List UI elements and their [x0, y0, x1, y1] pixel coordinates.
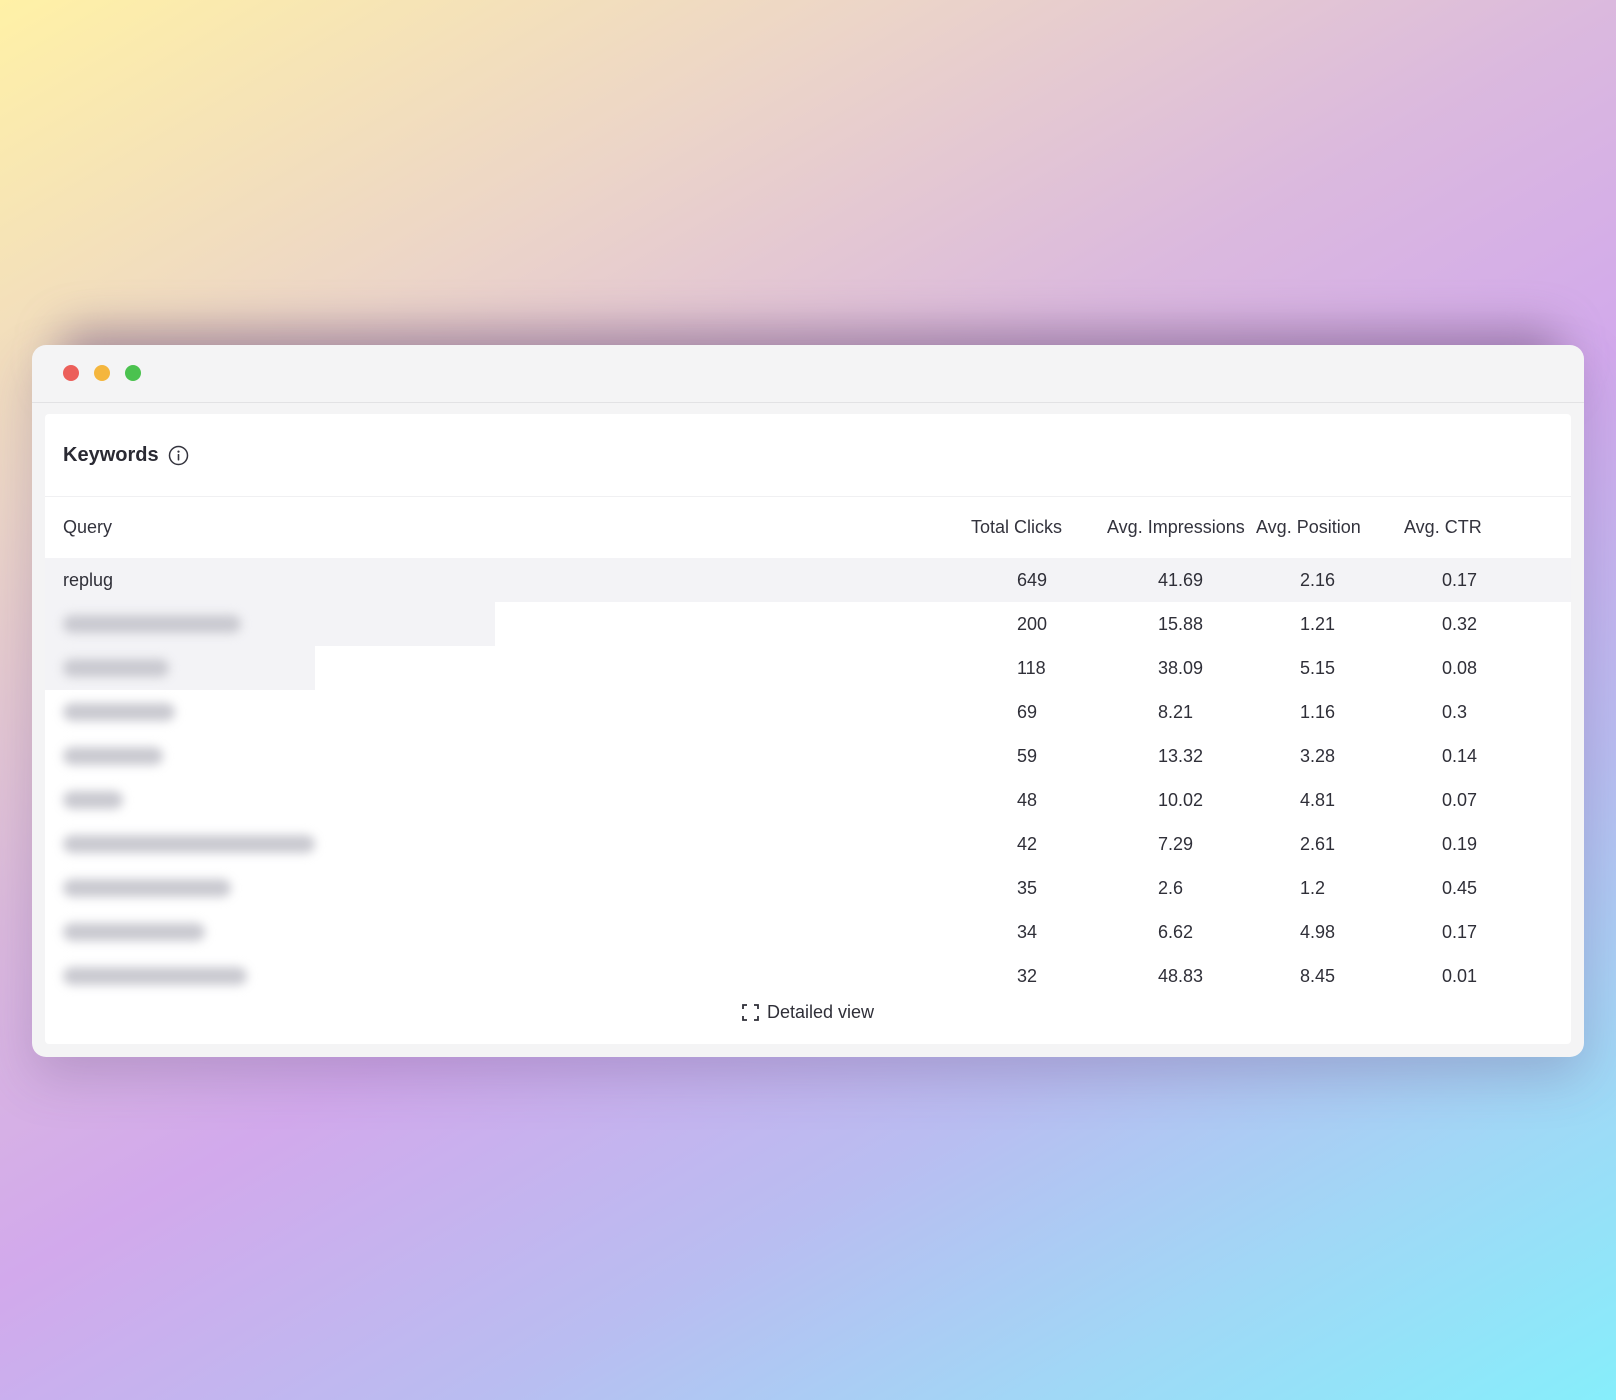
- card-header: Keywords: [45, 414, 1571, 497]
- query-cell: replug: [63, 569, 114, 590]
- column-header-query[interactable]: Query: [63, 497, 112, 558]
- detailed-view-label: Detailed view: [766, 1001, 875, 1022]
- avg-position-cell: 1.2: [1300, 877, 1326, 898]
- column-header-avg-position[interactable]: Avg. Position: [1256, 497, 1361, 558]
- table-row[interactable]: 48 10.02 4.81 0.07: [45, 778, 1571, 822]
- avg-ctr-cell: 0.32: [1442, 613, 1478, 634]
- detailed-view-button[interactable]: Detailed view: [45, 994, 1571, 1030]
- avg-position-cell: 8.45: [1300, 965, 1336, 986]
- table-row[interactable]: 32 48.83 8.45 0.01: [45, 954, 1571, 998]
- keywords-table: Query Total Clicks Avg. Impressions Avg.…: [45, 497, 1571, 998]
- table-row[interactable]: 59 13.32 3.28 0.14: [45, 734, 1571, 778]
- avg-impressions-cell: 7.29: [1158, 833, 1194, 854]
- total-clicks-cell: 32: [1017, 965, 1038, 986]
- total-clicks-cell: 69: [1017, 701, 1038, 722]
- avg-impressions-cell: 41.69: [1158, 569, 1204, 590]
- total-clicks-cell: 59: [1017, 745, 1038, 766]
- column-header-total-clicks[interactable]: Total Clicks: [971, 497, 1062, 558]
- avg-ctr-cell: 0.17: [1442, 569, 1478, 590]
- redacted-query: [63, 923, 205, 941]
- avg-ctr-cell: 0.45: [1442, 877, 1478, 898]
- table-row[interactable]: 200 15.88 1.21 0.32: [45, 602, 1571, 646]
- table-row[interactable]: 69 8.21 1.16 0.3: [45, 690, 1571, 734]
- window-titlebar: [32, 345, 1584, 403]
- keywords-card: Keywords Query Total Clicks Avg. Impress…: [45, 414, 1571, 1044]
- info-icon[interactable]: [168, 445, 189, 466]
- redacted-query: [63, 747, 163, 765]
- avg-impressions-cell: 2.6: [1158, 877, 1184, 898]
- table-row[interactable]: 34 6.62 4.98 0.17: [45, 910, 1571, 954]
- avg-impressions-cell: 38.09: [1158, 657, 1204, 678]
- avg-impressions-cell: 13.32: [1158, 745, 1204, 766]
- avg-impressions-cell: 48.83: [1158, 965, 1204, 986]
- avg-position-cell: 1.21: [1300, 613, 1336, 634]
- redacted-query: [63, 615, 241, 633]
- avg-position-cell: 4.98: [1300, 921, 1336, 942]
- close-window-button[interactable]: [63, 365, 79, 381]
- avg-ctr-cell: 0.08: [1442, 657, 1478, 678]
- avg-impressions-cell: 15.88: [1158, 613, 1204, 634]
- total-clicks-cell: 649: [1017, 569, 1048, 590]
- redacted-query: [63, 703, 175, 721]
- redacted-query: [63, 791, 123, 809]
- app-window: Keywords Query Total Clicks Avg. Impress…: [32, 345, 1584, 1057]
- card-title: Keywords: [63, 443, 159, 466]
- total-clicks-cell: 118: [1017, 657, 1046, 678]
- column-header-avg-ctr[interactable]: Avg. CTR: [1404, 497, 1482, 558]
- total-clicks-cell: 48: [1017, 789, 1038, 810]
- avg-position-cell: 3.28: [1300, 745, 1336, 766]
- minimize-window-button[interactable]: [94, 365, 110, 381]
- total-clicks-cell: 200: [1017, 613, 1048, 634]
- total-clicks-cell: 34: [1017, 921, 1038, 942]
- table-row[interactable]: 42 7.29 2.61 0.19: [45, 822, 1571, 866]
- avg-ctr-cell: 0.17: [1442, 921, 1478, 942]
- avg-impressions-cell: 10.02: [1158, 789, 1204, 810]
- table-row[interactable]: replug 649 41.69 2.16 0.17: [45, 558, 1571, 602]
- expand-icon: [742, 1003, 759, 1021]
- avg-ctr-cell: 0.07: [1442, 789, 1478, 810]
- redacted-query: [63, 659, 169, 677]
- table-row[interactable]: 118 38.09 5.15 0.08: [45, 646, 1571, 690]
- avg-ctr-cell: 0.3: [1442, 701, 1468, 722]
- avg-position-cell: 4.81: [1300, 789, 1336, 810]
- redacted-query: [63, 879, 231, 897]
- avg-position-cell: 5.15: [1300, 657, 1336, 678]
- avg-position-cell: 2.16: [1300, 569, 1336, 590]
- avg-ctr-cell: 0.01: [1442, 965, 1478, 986]
- column-header-avg-impressions[interactable]: Avg. Impressions: [1107, 497, 1245, 558]
- table-header-row: Query Total Clicks Avg. Impressions Avg.…: [45, 497, 1571, 558]
- avg-position-cell: 2.61: [1300, 833, 1336, 854]
- redacted-query: [63, 967, 247, 985]
- avg-ctr-cell: 0.14: [1442, 745, 1478, 766]
- maximize-window-button[interactable]: [125, 365, 141, 381]
- total-clicks-cell: 35: [1017, 877, 1038, 898]
- table-row[interactable]: 35 2.6 1.2 0.45: [45, 866, 1571, 910]
- redacted-query: [63, 835, 315, 853]
- total-clicks-cell: 42: [1017, 833, 1038, 854]
- avg-position-cell: 1.16: [1300, 701, 1336, 722]
- avg-impressions-cell: 8.21: [1158, 701, 1194, 722]
- avg-impressions-cell: 6.62: [1158, 921, 1194, 942]
- avg-ctr-cell: 0.19: [1442, 833, 1478, 854]
